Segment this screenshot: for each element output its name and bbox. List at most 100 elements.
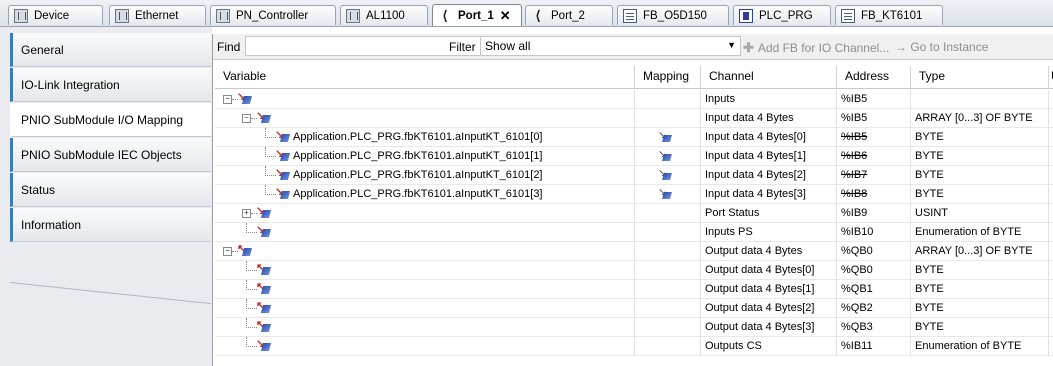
table-row[interactable]: ↘ Inputs PS %IB10 Enumeration of BYTE bbox=[215, 223, 1053, 242]
tab-label: Ethernet bbox=[135, 9, 179, 22]
table-row[interactable]: ↘ Outputs CS %IB11 Enumeration of BYTE bbox=[215, 337, 1053, 356]
column-header-unit[interactable]: U bbox=[1049, 66, 1053, 89]
column-header-channel[interactable]: Channel bbox=[701, 66, 837, 89]
variable-cell[interactable]: ↖ bbox=[215, 299, 635, 318]
address-cell: %QB0 bbox=[837, 261, 911, 280]
table-row[interactable]: + ↘ Port Status %IB9 USINT bbox=[215, 204, 1053, 223]
go-to-instance-label: Go to Instance bbox=[910, 40, 989, 54]
channel-cell: Input data 4 Bytes[1] bbox=[701, 147, 837, 166]
table-row[interactable]: − ↘ Input data 4 Bytes %IB5 ARRAY [0...3] OF… bbox=[215, 109, 1053, 128]
sidebar-item-status[interactable]: Status bbox=[10, 173, 211, 207]
table-row[interactable]: − ↘ Inputs %IB5 bbox=[215, 90, 1053, 109]
table-row[interactable]: ↘ Application.PLC_PRG.fbKT6101.aInputKT_6… bbox=[215, 185, 1053, 204]
column-header-type[interactable]: Type bbox=[911, 66, 1049, 89]
tab-plc-prg[interactable]: PLC_PRG bbox=[733, 5, 831, 25]
sidebar-item-pnio-submodule-io-mapping[interactable]: PNIO SubModule I/O Mapping bbox=[10, 103, 211, 137]
address-cell: %IB9 bbox=[837, 204, 911, 223]
existing-variable-mapping-icon: ↘ bbox=[658, 149, 674, 163]
device-icon bbox=[14, 8, 28, 23]
channel-cell: Output data 4 Bytes[2] bbox=[701, 299, 837, 318]
column-header-address[interactable]: Address bbox=[837, 66, 911, 89]
collapse-icon[interactable]: − bbox=[223, 95, 232, 104]
variable-cell[interactable]: ↖ bbox=[215, 318, 635, 337]
tab-fb-kt6101[interactable]: FB_KT6101 bbox=[835, 5, 943, 25]
input-channel-icon: ↘ bbox=[256, 206, 272, 220]
mapping-cell bbox=[635, 242, 701, 261]
filter-label: Filter bbox=[449, 40, 476, 54]
tab-ethernet[interactable]: Ethernet bbox=[109, 5, 206, 25]
channel-cell: Port Status bbox=[701, 204, 837, 223]
tab-pn-controller[interactable]: PN_Controller bbox=[210, 5, 336, 25]
table-row[interactable]: ↖ Output data 4 Bytes[2] %QB2 BYTE bbox=[215, 299, 1053, 318]
collapse-icon[interactable]: − bbox=[223, 247, 232, 256]
type-cell: Enumeration of BYTE bbox=[911, 337, 1049, 356]
output-channel-icon: ↖ bbox=[256, 282, 272, 296]
column-header-variable[interactable]: Variable bbox=[215, 66, 635, 89]
tab-port-2[interactable]: ⟨ Port_2 bbox=[525, 5, 613, 25]
expand-icon[interactable]: + bbox=[242, 209, 251, 218]
table-row[interactable]: − ↖ Output data 4 Bytes %QB0 ARRAY [0...3] O… bbox=[215, 242, 1053, 261]
sidebar-item-pnio-submodule-iec-objects[interactable]: PNIO SubModule IEC Objects bbox=[10, 138, 211, 172]
editor-tab-bar: Device Ethernet PN_Controller AL1100 ⟨ P… bbox=[0, 0, 1053, 27]
sidebar-item-general[interactable]: General bbox=[10, 33, 211, 67]
variable-cell[interactable]: − ↘ bbox=[215, 90, 635, 109]
variable-cell[interactable]: ↘ Application.PLC_PRG.fbKT6101.aInputKT_6… bbox=[215, 128, 635, 147]
variable-cell[interactable]: − ↖ bbox=[215, 242, 635, 261]
port-icon: ⟨ bbox=[535, 7, 541, 23]
address-cell: %IB7 bbox=[837, 166, 911, 185]
table-row[interactable]: ↘ Application.PLC_PRG.fbKT6101.aInputKT_6… bbox=[215, 147, 1053, 166]
variable-name[interactable]: Application.PLC_PRG.fbKT6101.aInputKT_61… bbox=[293, 188, 543, 200]
chevron-down-icon[interactable]: ▼ bbox=[727, 40, 736, 50]
type-cell: USINT bbox=[911, 204, 1049, 223]
variable-cell[interactable]: ↘ Application.PLC_PRG.fbKT6101.aInputKT_6… bbox=[215, 166, 635, 185]
add-fb-for-io-channel-button[interactable]: ✚ Add FB for IO Channel... bbox=[743, 40, 889, 56]
filter-select[interactable]: Show all ▼ bbox=[480, 36, 741, 56]
sidebar-item-io-link-integration[interactable]: IO-Link Integration bbox=[10, 68, 211, 102]
type-cell bbox=[911, 90, 1049, 109]
address-cell: %IB8 bbox=[837, 185, 911, 204]
variable-cell[interactable]: ↖ bbox=[215, 280, 635, 299]
variable-cell[interactable]: + ↘ bbox=[215, 204, 635, 223]
tab-fb-o5d150[interactable]: FB_O5D150 bbox=[617, 5, 729, 25]
channel-cell: Output data 4 Bytes[0] bbox=[701, 261, 837, 280]
unit-cell bbox=[1049, 204, 1053, 223]
tab-al1100[interactable]: AL1100 bbox=[340, 5, 428, 25]
address-cell: %IB5 bbox=[837, 90, 911, 109]
tab-port-1[interactable]: ⟨ Port_1 ✕ bbox=[432, 4, 522, 26]
tab-label: Port_2 bbox=[551, 9, 585, 22]
device-icon bbox=[216, 8, 230, 23]
tab-device[interactable]: Device bbox=[8, 5, 103, 25]
channel-cell: Inputs bbox=[701, 90, 837, 109]
collapse-icon[interactable]: − bbox=[242, 114, 251, 123]
type-cell: BYTE bbox=[911, 280, 1049, 299]
variable-name[interactable]: Application.PLC_PRG.fbKT6101.aInputKT_61… bbox=[293, 169, 543, 181]
channel-cell: Input data 4 Bytes[2] bbox=[701, 166, 837, 185]
input-channel-icon: ↘ bbox=[275, 149, 291, 163]
sidebar-item-label: Information bbox=[21, 217, 82, 232]
tab-label: AL1100 bbox=[366, 9, 405, 22]
column-header-mapping[interactable]: Mapping bbox=[635, 66, 701, 89]
variable-cell[interactable]: ↘ Application.PLC_PRG.fbKT6101.aInputKT_6… bbox=[215, 147, 635, 166]
table-row[interactable]: ↖ Output data 4 Bytes[0] %QB0 BYTE bbox=[215, 261, 1053, 280]
table-row[interactable]: ↘ Application.PLC_PRG.fbKT6101.aInputKT_6… bbox=[215, 128, 1053, 147]
variable-cell[interactable]: ↖ bbox=[215, 261, 635, 280]
variable-cell[interactable]: − ↘ bbox=[215, 109, 635, 128]
unit-cell bbox=[1049, 185, 1053, 204]
sidebar-item-label: Status bbox=[21, 182, 56, 197]
table-row[interactable]: ↖ Output data 4 Bytes[1] %QB1 BYTE bbox=[215, 280, 1053, 299]
sidebar-item-information[interactable]: Information bbox=[10, 208, 211, 242]
sidebar-item-label: IO-Link Integration bbox=[21, 77, 120, 92]
table-row[interactable]: ↖ Output data 4 Bytes[3] %QB3 BYTE bbox=[215, 318, 1053, 337]
variable-cell[interactable]: ↘ Application.PLC_PRG.fbKT6101.aInputKT_6… bbox=[215, 185, 635, 204]
variable-name[interactable]: Application.PLC_PRG.fbKT6101.aInputKT_61… bbox=[293, 131, 543, 143]
address-cell: %IB11 bbox=[837, 337, 911, 356]
variable-name[interactable]: Application.PLC_PRG.fbKT6101.aInputKT_61… bbox=[293, 150, 543, 162]
input-channel-icon: ↘ bbox=[237, 92, 253, 106]
table-row[interactable]: ↘ Application.PLC_PRG.fbKT6101.aInputKT_6… bbox=[215, 166, 1053, 185]
go-to-instance-button[interactable]: → Go to Instance bbox=[895, 40, 988, 54]
channel-cell: Output data 4 Bytes[3] bbox=[701, 318, 837, 337]
channel-cell: Input data 4 Bytes[3] bbox=[701, 185, 837, 204]
variable-cell[interactable]: ↘ bbox=[215, 223, 635, 242]
variable-cell[interactable]: ↘ bbox=[215, 337, 635, 356]
close-icon[interactable]: ✕ bbox=[500, 8, 511, 24]
